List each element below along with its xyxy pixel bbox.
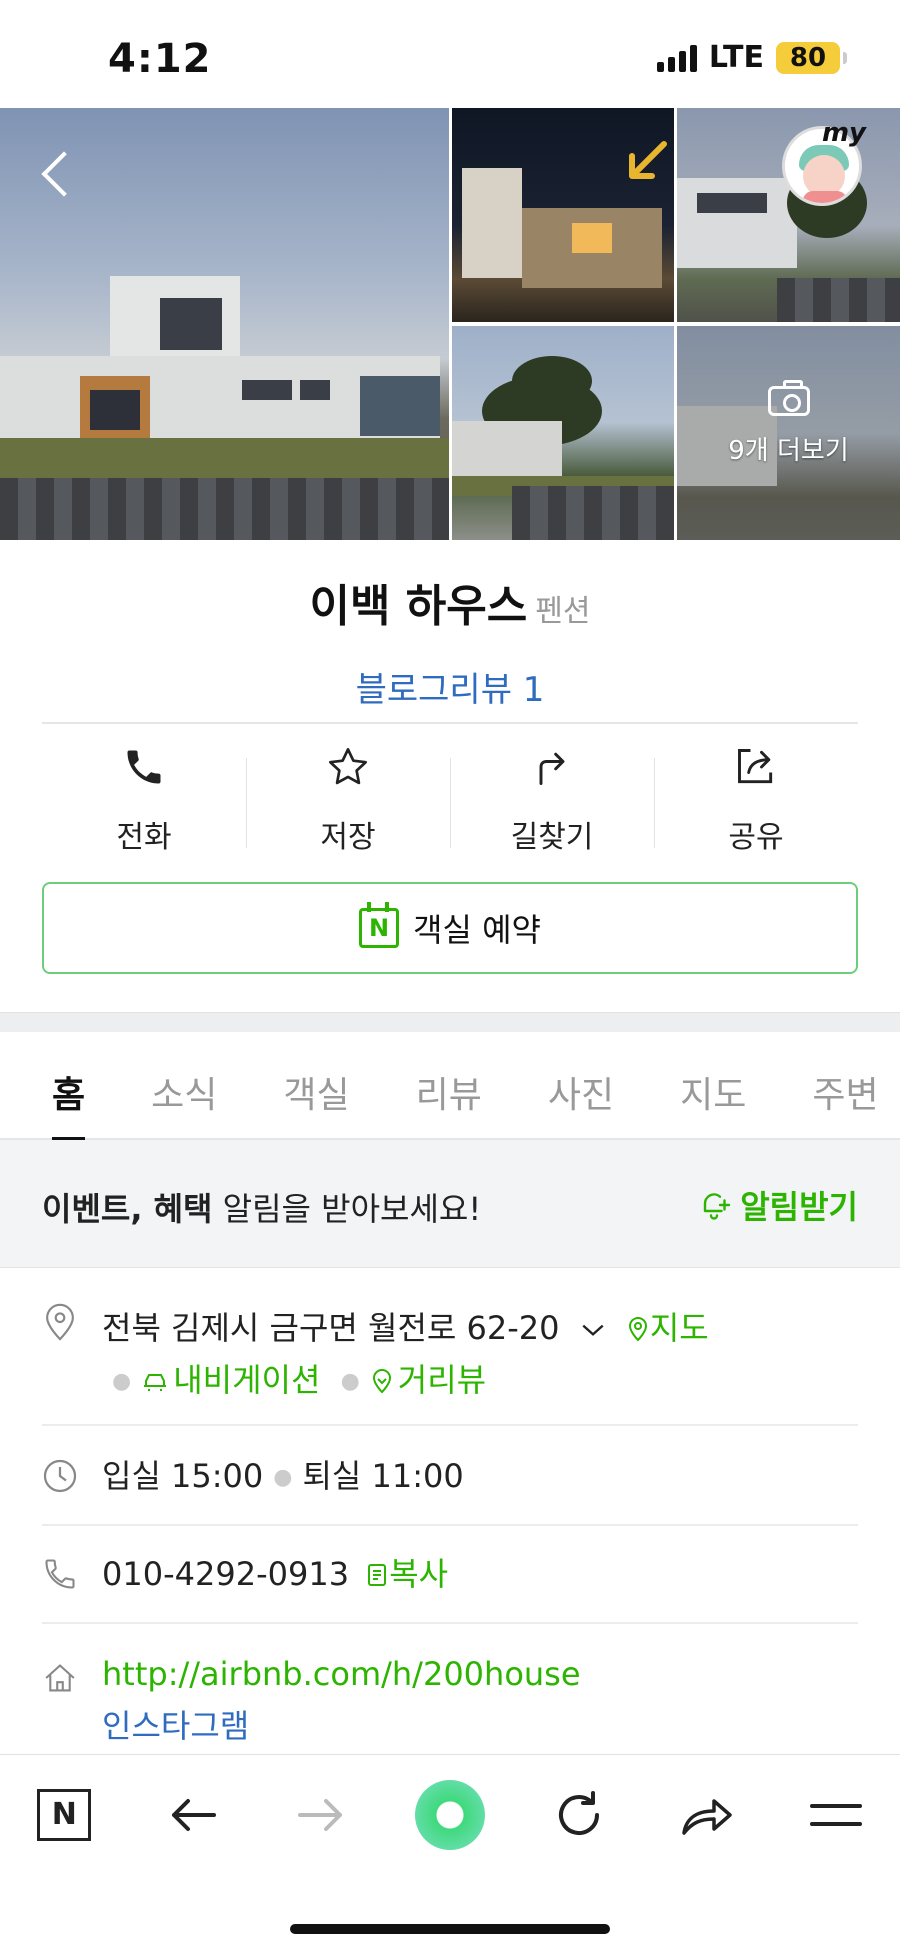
arrow-right-icon: [298, 1798, 343, 1831]
forward-nav-button[interactable]: [271, 1765, 371, 1865]
directions-label: 길찾기: [510, 820, 594, 855]
share-label: 공유: [728, 820, 784, 855]
photo-gallery: 9개 더보기 my: [0, 108, 900, 540]
menu-icon: [809, 1803, 862, 1826]
phone-number[interactable]: 010-4292-0913: [102, 1555, 349, 1593]
home-icon: [45, 1664, 75, 1692]
share-button[interactable]: 공유: [654, 740, 858, 855]
arrow-annotation-icon: [629, 141, 667, 179]
navigation-label: 내비게이션: [173, 1361, 321, 1399]
divider: [42, 722, 858, 724]
status-time: 4:12: [108, 36, 212, 82]
address-row: 전북 김제시 금구면 월전로 62-20 지도 ● 내비게이션 ● 거리뷰: [42, 1302, 858, 1402]
phone-outline-icon: [45, 1559, 75, 1589]
map-pin-icon: [628, 1317, 647, 1342]
room-reservation-button[interactable]: N 객실 예약: [42, 882, 858, 974]
naver-home-button[interactable]: N: [14, 1765, 114, 1865]
street-view-pin-icon: [372, 1369, 391, 1394]
tab-home[interactable]: 홈: [52, 1032, 86, 1142]
checkin-time: 입실 15:00: [102, 1457, 264, 1495]
save-button[interactable]: 저장: [246, 740, 450, 855]
reload-icon: [558, 1790, 599, 1835]
tab-news[interactable]: 소식: [151, 1032, 217, 1140]
share-icon: [738, 749, 773, 784]
website-link[interactable]: http://airbnb.com/h/200house: [102, 1648, 858, 1700]
clock-icon: [43, 1459, 77, 1493]
green-dot-button[interactable]: [400, 1765, 500, 1865]
notification-text: 이벤트, 혜택 알림을 받아보세요!: [42, 1184, 481, 1230]
battery-icon: 80: [776, 41, 847, 74]
directions-icon: [539, 752, 565, 785]
notification-normal-text: 알림을 받아보세요!: [212, 1190, 482, 1228]
phone-row: 010-4292-0913 복사: [42, 1548, 858, 1600]
car-icon: [144, 1374, 167, 1391]
notification-bold-text: 이벤트, 혜택: [42, 1190, 213, 1228]
save-label: 저장: [320, 820, 376, 855]
instagram-link[interactable]: 인스타그램: [102, 1700, 858, 1752]
action-bar: 전화 저장 길찾기 공유: [42, 740, 858, 855]
directions-button[interactable]: 길찾기: [450, 740, 654, 855]
copy-button[interactable]: 복사: [359, 1555, 448, 1593]
my-label: my: [821, 118, 866, 148]
call-label: 전화: [116, 820, 172, 855]
green-dot-icon: [414, 1779, 485, 1850]
section-separator: [0, 1012, 900, 1032]
browser-toolbar: N: [0, 1754, 900, 1874]
notification-banner: 이벤트, 혜택 알림을 받아보세요! 알림받기: [0, 1140, 900, 1268]
arrow-left-icon: [171, 1798, 216, 1831]
blog-review-link[interactable]: 블로그리뷰 1: [0, 662, 900, 711]
tab-reviews[interactable]: 리뷰: [416, 1032, 482, 1140]
naver-calendar-icon: N: [359, 902, 400, 948]
tab-map[interactable]: 지도: [680, 1032, 746, 1140]
tab-rooms[interactable]: 객실: [283, 1032, 349, 1140]
place-category: 펜션: [535, 594, 591, 629]
tab-bar: 홈 소식 객실 리뷰 사진 지도 주변: [0, 1032, 900, 1142]
map-link-label: 지도: [649, 1309, 709, 1347]
navigation-link[interactable]: 내비게이션: [141, 1361, 320, 1399]
more-photos-label: 9개 더보기: [728, 436, 849, 466]
status-bar: 4:12 LTE 80: [0, 0, 900, 108]
more-photos-tile[interactable]: 9개 더보기: [677, 326, 900, 540]
website-row: http://airbnb.com/h/200house 인스타그램: [42, 1648, 858, 1752]
subscribe-alert-label: 알림받기: [740, 1188, 858, 1226]
tab-photos[interactable]: 사진: [548, 1032, 614, 1140]
street-view-link[interactable]: 거리뷰: [370, 1361, 486, 1399]
tree-photo[interactable]: [452, 326, 674, 540]
reload-button[interactable]: [529, 1765, 629, 1865]
subscribe-alert-button[interactable]: 알림받기: [696, 1182, 858, 1228]
divider: [42, 1622, 858, 1624]
place-name: 이백 하우스: [309, 581, 528, 632]
dusk-photo[interactable]: [677, 108, 900, 322]
address-text[interactable]: 전북 김제시 금구면 월전로 62-20: [102, 1309, 560, 1347]
bell-plus-icon: [704, 1193, 731, 1220]
room-reservation-label: 객실 예약: [413, 911, 541, 949]
call-button[interactable]: 전화: [42, 740, 246, 855]
camera-icon: [767, 380, 810, 416]
share-nav-button[interactable]: [657, 1765, 757, 1865]
home-indicator: [290, 1924, 610, 1934]
back-button[interactable]: [36, 144, 76, 204]
checkout-time: 퇴실 11:00: [302, 1457, 464, 1495]
phone-icon: [127, 750, 161, 784]
hours-row: 입실 15:00 ● 퇴실 11:00: [42, 1450, 858, 1502]
place-header: 이백 하우스 펜션 블로그리뷰 1: [0, 570, 900, 711]
chevron-down-icon[interactable]: [580, 1321, 606, 1339]
signal-icon: [656, 44, 697, 72]
divider: [42, 1424, 858, 1426]
star-icon: [329, 748, 367, 785]
network-label: LTE: [708, 40, 764, 75]
street-view-label: 거리뷰: [397, 1361, 487, 1399]
divider: [42, 1524, 858, 1526]
status-indicators: LTE 80: [656, 40, 847, 75]
map-link[interactable]: 지도: [626, 1309, 709, 1347]
copy-icon: [368, 1564, 387, 1586]
menu-button[interactable]: [786, 1765, 886, 1865]
tab-nearby[interactable]: 주변: [812, 1032, 878, 1140]
location-pin-icon: [46, 1303, 74, 1341]
night-photo[interactable]: [452, 108, 674, 322]
naver-logo-icon: N: [37, 1788, 92, 1841]
copy-label: 복사: [389, 1555, 449, 1593]
back-nav-button[interactable]: [143, 1765, 243, 1865]
share-arrow-icon: [682, 1798, 732, 1835]
